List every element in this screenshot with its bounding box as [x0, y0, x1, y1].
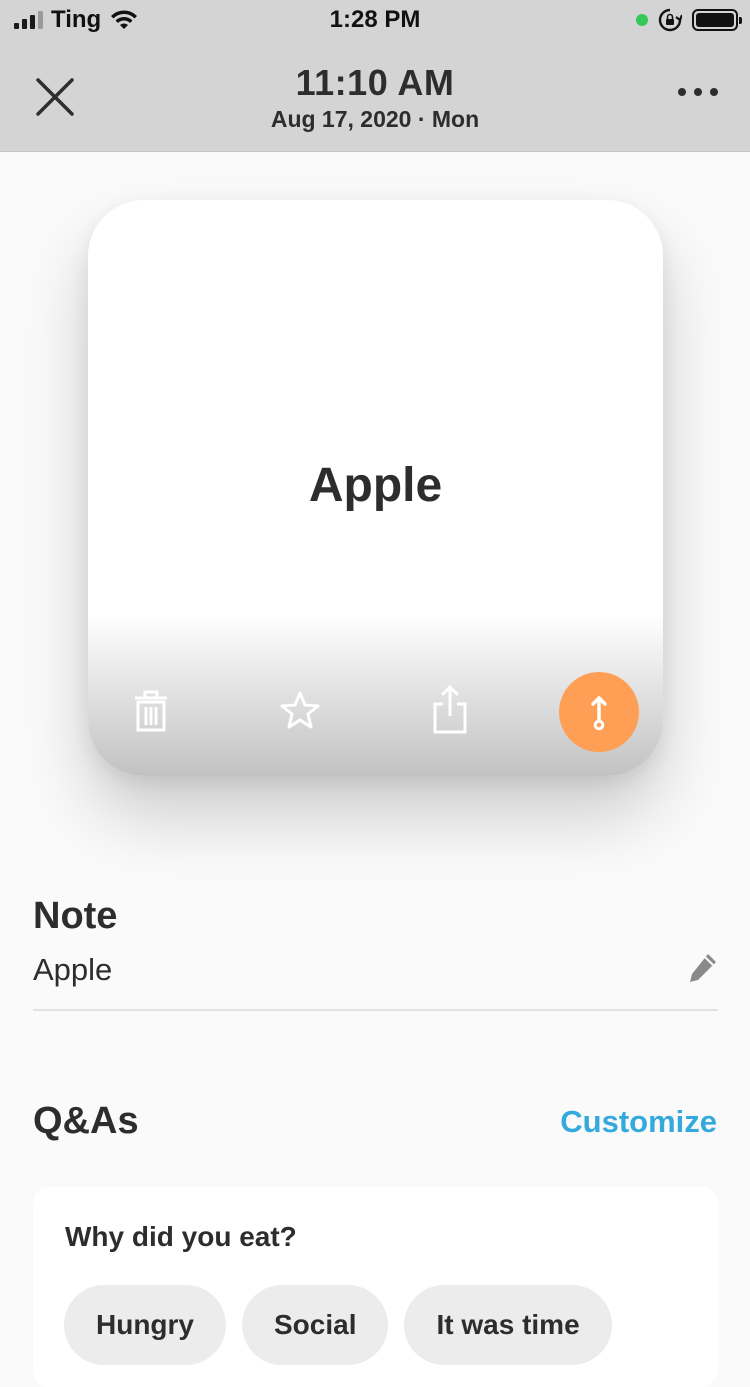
share-icon [433, 684, 467, 734]
entry-header: 11:10 AM Aug 17, 2020 · Mon [0, 40, 750, 152]
status-right [636, 8, 742, 32]
more-horizontal-icon [678, 88, 686, 96]
share-button[interactable] [420, 680, 480, 740]
trash-icon [135, 690, 167, 732]
favorite-button[interactable] [270, 680, 330, 740]
pencil-icon [690, 954, 716, 982]
note-divider [33, 1009, 718, 1011]
more-options-button[interactable] [678, 88, 718, 96]
qa-heading: Q&As [33, 1100, 139, 1142]
customize-link[interactable]: Customize [560, 1104, 717, 1140]
qa-question: Why did you eat? [65, 1221, 297, 1252]
battery-fill [696, 13, 734, 27]
star-icon [280, 691, 320, 729]
more-dot [694, 88, 702, 96]
food-photo-card[interactable]: Apple [88, 200, 663, 776]
option-chip[interactable]: It was time [404, 1285, 612, 1365]
food-title: Apple [308, 459, 443, 512]
entry-time[interactable]: 11:10 AM [0, 62, 750, 104]
qa-card: Why did you eat? Hungry Social It was ti… [33, 1187, 718, 1387]
timeline-icon [591, 696, 607, 731]
entry-date[interactable]: Aug 17, 2020 · Mon [0, 106, 750, 133]
camera-in-use-indicator [636, 14, 648, 26]
note-heading: Note [33, 895, 118, 937]
edit-note-button[interactable] [688, 952, 718, 986]
qa-options: Hungry Social It was time [64, 1285, 612, 1365]
battery-icon [692, 9, 742, 31]
option-chip[interactable]: Social [242, 1285, 389, 1365]
timeline-button[interactable] [559, 672, 639, 752]
option-chip[interactable]: Hungry [64, 1285, 226, 1365]
status-bar: Ting 1:28 PM [0, 0, 750, 40]
note-text[interactable]: Apple [33, 952, 112, 988]
delete-button[interactable] [121, 680, 181, 740]
rotation-lock-icon [658, 8, 682, 32]
more-dot [710, 88, 718, 96]
